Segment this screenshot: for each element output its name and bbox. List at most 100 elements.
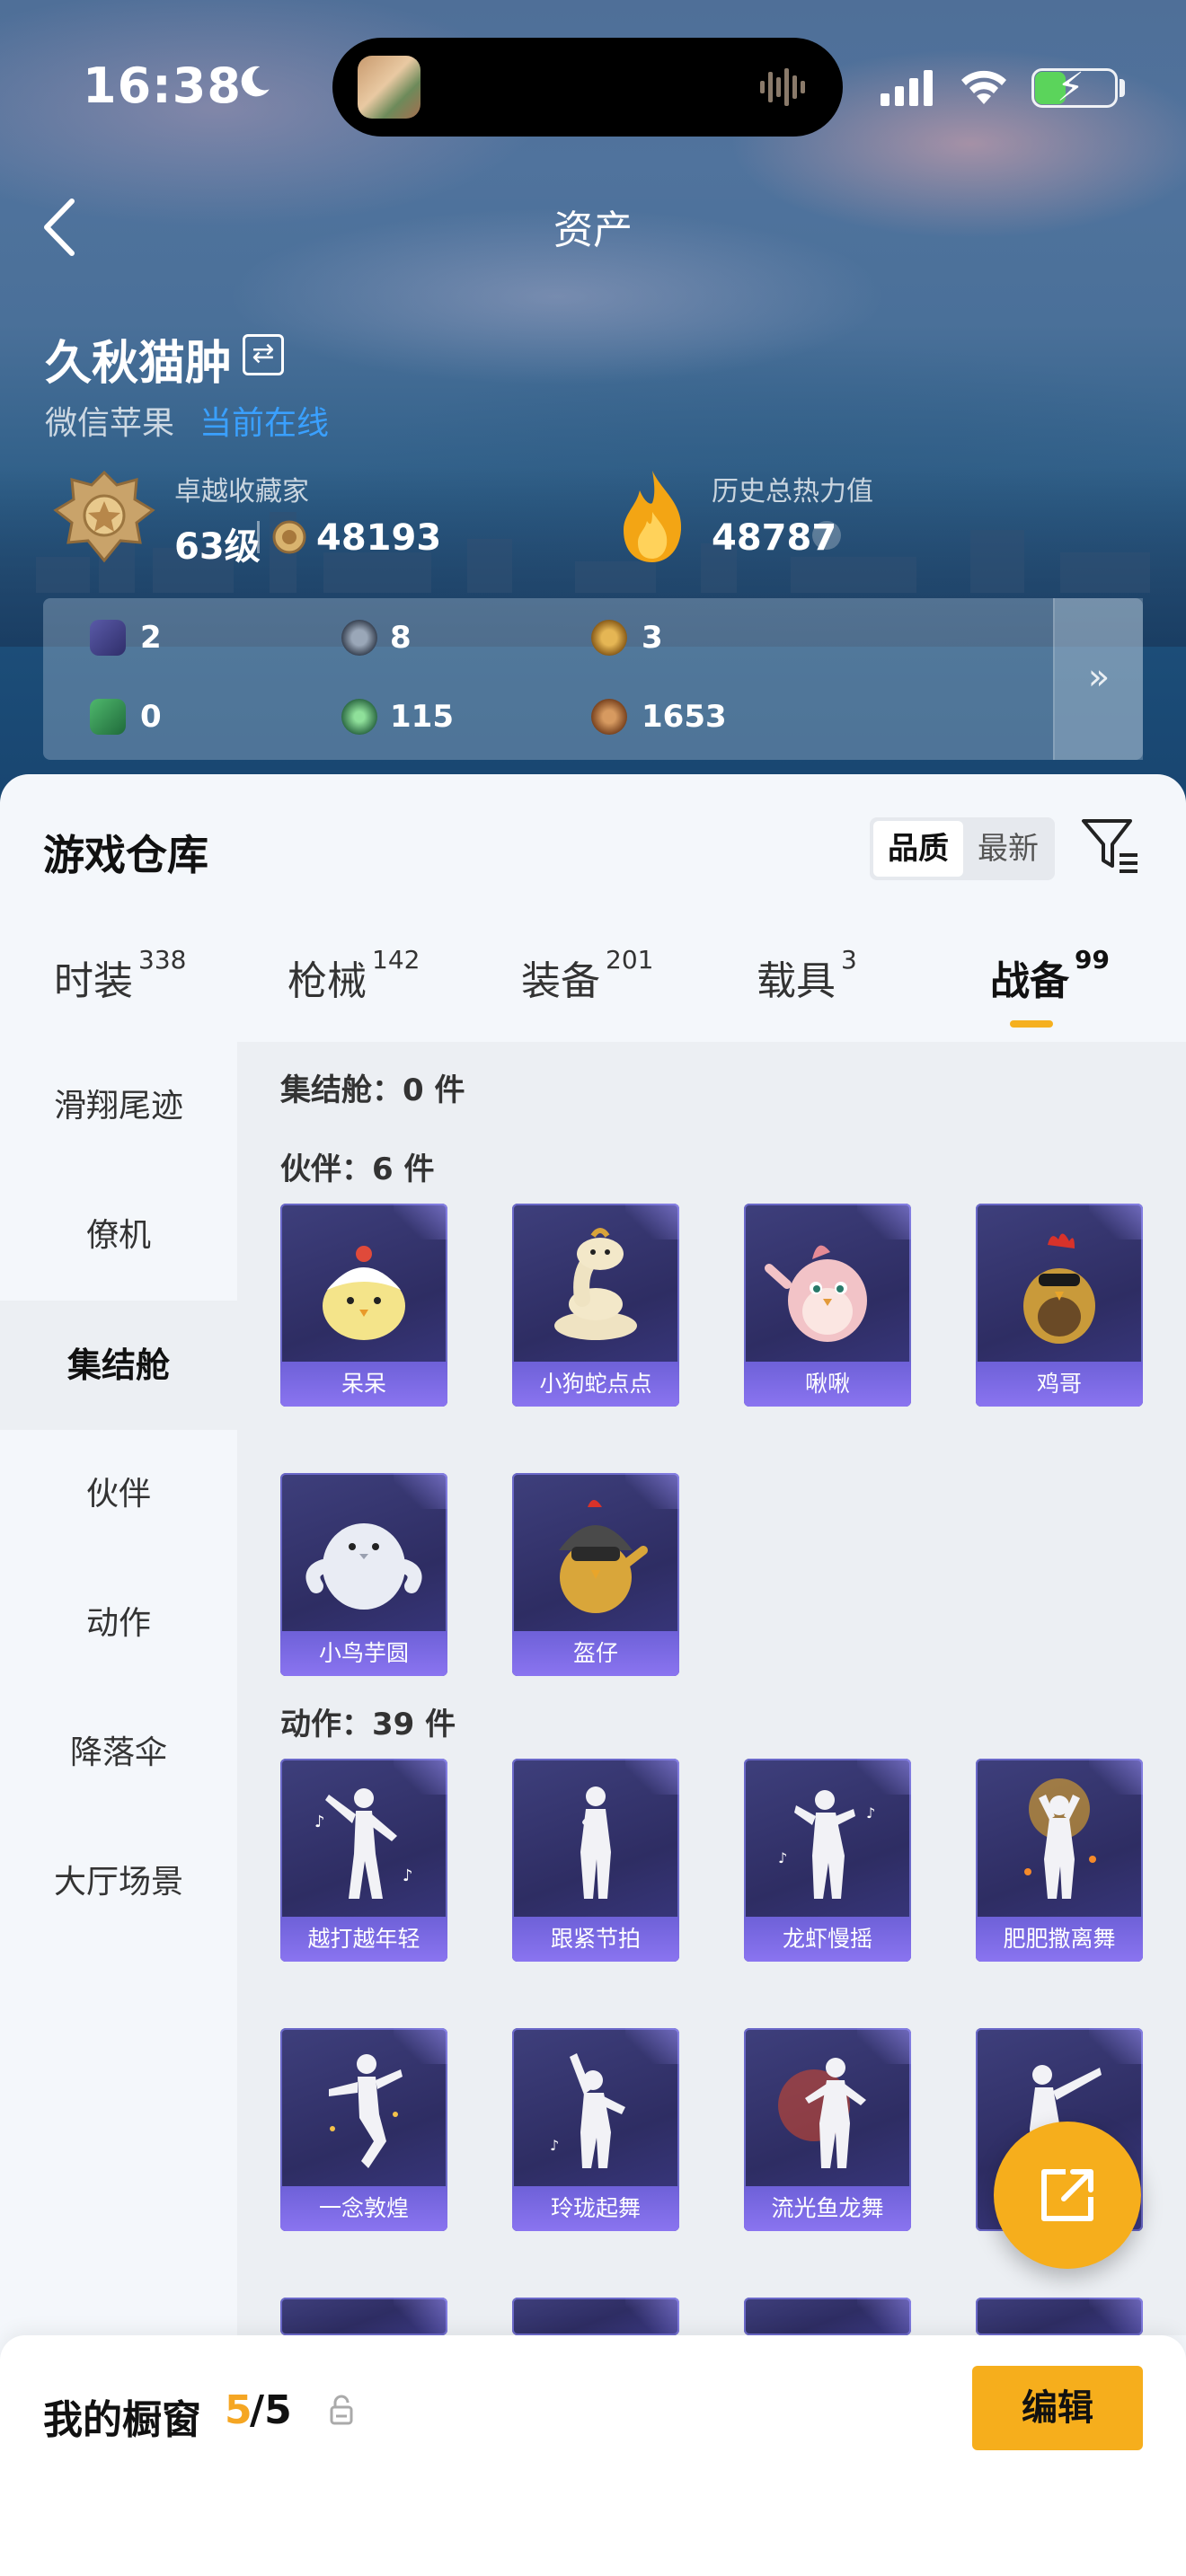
filter-icon[interactable] (1078, 814, 1141, 877)
tab-weapons[interactable]: 枪械 142 (288, 945, 420, 1006)
action-card[interactable]: 流光鱼龙舞 (744, 2028, 911, 2231)
action-card[interactable]: ♪ ♪ 越打越年轻 (280, 1759, 447, 1962)
card-label: 跟紧节拍 (512, 1917, 679, 1962)
cellular-signal-icon (881, 70, 933, 106)
svg-text:♪: ♪ (866, 1804, 875, 1822)
card-label: 玲珑起舞 (512, 2186, 679, 2231)
switch-account-icon[interactable]: ⇄ (243, 334, 284, 375)
collector-coin-icon (272, 520, 306, 554)
card-label: 盔仔 (512, 1631, 679, 1676)
player-name: 久秋猫肿 (45, 337, 233, 391)
sidebar-item-lobby-scene[interactable]: 大厅场景 (0, 1818, 237, 1947)
tab-fashion[interactable]: 时装 338 (54, 945, 186, 1006)
collector-points: 48193 (316, 517, 442, 559)
bronze-coin-icon (591, 699, 627, 735)
sidebar-item-wingman[interactable]: 僚机 (0, 1171, 237, 1301)
card-label: 呆呆 (280, 1362, 447, 1407)
charging-icon: ⚡ (1057, 65, 1084, 110)
audio-wave-icon (760, 68, 805, 106)
collector-title: 卓越收藏家 (174, 476, 309, 507)
dance-pose-figure: ♪ (550, 2053, 625, 2168)
dance-pose-figure: ♪♪ (314, 1788, 413, 1899)
tab-vehicles[interactable]: 载具 3 (757, 945, 857, 1006)
card-label: 肥肥撒离舞 (976, 1917, 1143, 1962)
tab-equipment[interactable]: 装备 201 (521, 945, 653, 1006)
svg-text:♪: ♪ (403, 1866, 413, 1885)
action-card[interactable]: 一念敦煌 (280, 2028, 447, 2231)
tab-tactical[interactable]: 战备 99 (990, 945, 1110, 1006)
green-orb-icon (341, 699, 377, 735)
card-label: 鸡哥 (976, 1362, 1143, 1407)
tab-active-indicator (1010, 1020, 1053, 1028)
sort-newest-button[interactable]: 最新 (965, 821, 1051, 877)
battery-cap (1120, 79, 1125, 97)
sidebar-item-partner[interactable]: 伙伴 (0, 1430, 237, 1559)
section-partner: 伙伴：6 件 (280, 1151, 435, 1187)
wifi-icon (961, 70, 1006, 104)
warehouse-title: 游戏仓库 (43, 831, 208, 879)
sidebar-item-action[interactable]: 动作 (0, 1559, 237, 1689)
s-coin-icon (341, 620, 377, 656)
sort-quality-button[interactable]: 品质 (873, 821, 963, 877)
currency-value: 1653 (642, 699, 727, 735)
partner-card[interactable]: 盔仔 (512, 1473, 679, 1676)
media-thumbnail (358, 56, 420, 119)
share-icon (1041, 2169, 1093, 2221)
partner-card[interactable]: 鸡哥 (976, 1204, 1143, 1407)
partner-card[interactable]: 啾啾 (744, 1204, 911, 1407)
a-coin-icon (591, 620, 627, 656)
partner-card[interactable]: 小狗蛇点点 (512, 1204, 679, 1407)
card-label: 越打越年轻 (280, 1917, 447, 1962)
sidebar-item-parachute[interactable]: 降落伞 (0, 1689, 237, 1818)
back-icon[interactable] (38, 196, 83, 259)
card-label: 龙虾慢摇 (744, 1917, 911, 1962)
action-card[interactable]: ♪ ♪ 龙虾慢摇 (744, 1759, 911, 1962)
action-card[interactable] (512, 2298, 679, 2335)
currency-value: 3 (642, 620, 663, 656)
card-icon (90, 620, 126, 656)
status-time: 16:38 (83, 57, 242, 114)
currency-panel (43, 598, 1143, 760)
rooster-figure (1023, 1233, 1095, 1344)
bird-figure (765, 1245, 867, 1342)
svg-text:♪: ♪ (314, 1813, 325, 1831)
action-card[interactable]: 跟紧节拍 (512, 1759, 679, 1962)
card-label: 一念敦煌 (280, 2186, 447, 2231)
sidebar-item-rally-pod[interactable]: 集结舱 (0, 1301, 237, 1430)
green-ticket-icon (90, 699, 126, 735)
action-card[interactable] (280, 2298, 447, 2335)
partner-card[interactable]: 小鸟芋圆 (280, 1473, 447, 1676)
svg-text:♪: ♪ (550, 2137, 559, 2154)
action-card[interactable]: ♪ 玲珑起舞 (512, 2028, 679, 2231)
dance-pose-figure (329, 2054, 403, 2168)
card-label: 啾啾 (744, 1362, 911, 1407)
card-label: 小狗蛇点点 (512, 1362, 679, 1407)
partner-card[interactable]: 呆呆 (280, 1204, 447, 1407)
svg-text:♪: ♪ (778, 1849, 787, 1866)
edit-button[interactable]: 编辑 (972, 2366, 1143, 2450)
dance-pose-figure (1024, 1778, 1096, 1899)
player-platform: 微信苹果 (45, 405, 175, 442)
showcase-current: 5 (225, 2387, 252, 2433)
helmet-bird-figure (559, 1500, 648, 1613)
lock-icon (330, 2395, 353, 2425)
action-card[interactable]: 肥肥撒离舞 (976, 1759, 1143, 1962)
showcase-label: 我的橱窗 (43, 2397, 201, 2443)
currency-more-button[interactable]: » (1053, 598, 1143, 760)
action-card[interactable] (976, 2298, 1143, 2335)
heat-flame-icon (624, 471, 682, 562)
bird-taro-figure (305, 1523, 422, 1610)
card-label: 小鸟芋圆 (280, 1631, 447, 1676)
action-card[interactable] (744, 2298, 911, 2335)
snake-figure (554, 1228, 637, 1340)
page-title: 资产 (553, 207, 633, 253)
dance-pose-figure (580, 1786, 611, 1899)
dance-pose-figure (778, 2058, 866, 2168)
chick-figure (323, 1246, 405, 1340)
dance-pose-figure: ♪♪ (778, 1790, 875, 1899)
sidebar-item-glide-trail[interactable]: 滑翔尾迹 (0, 1042, 237, 1171)
help-icon[interactable]: ? (812, 521, 841, 550)
currency-value: 8 (390, 620, 412, 656)
collector-badge-icon (53, 470, 155, 563)
currency-value: 2 (140, 620, 162, 656)
